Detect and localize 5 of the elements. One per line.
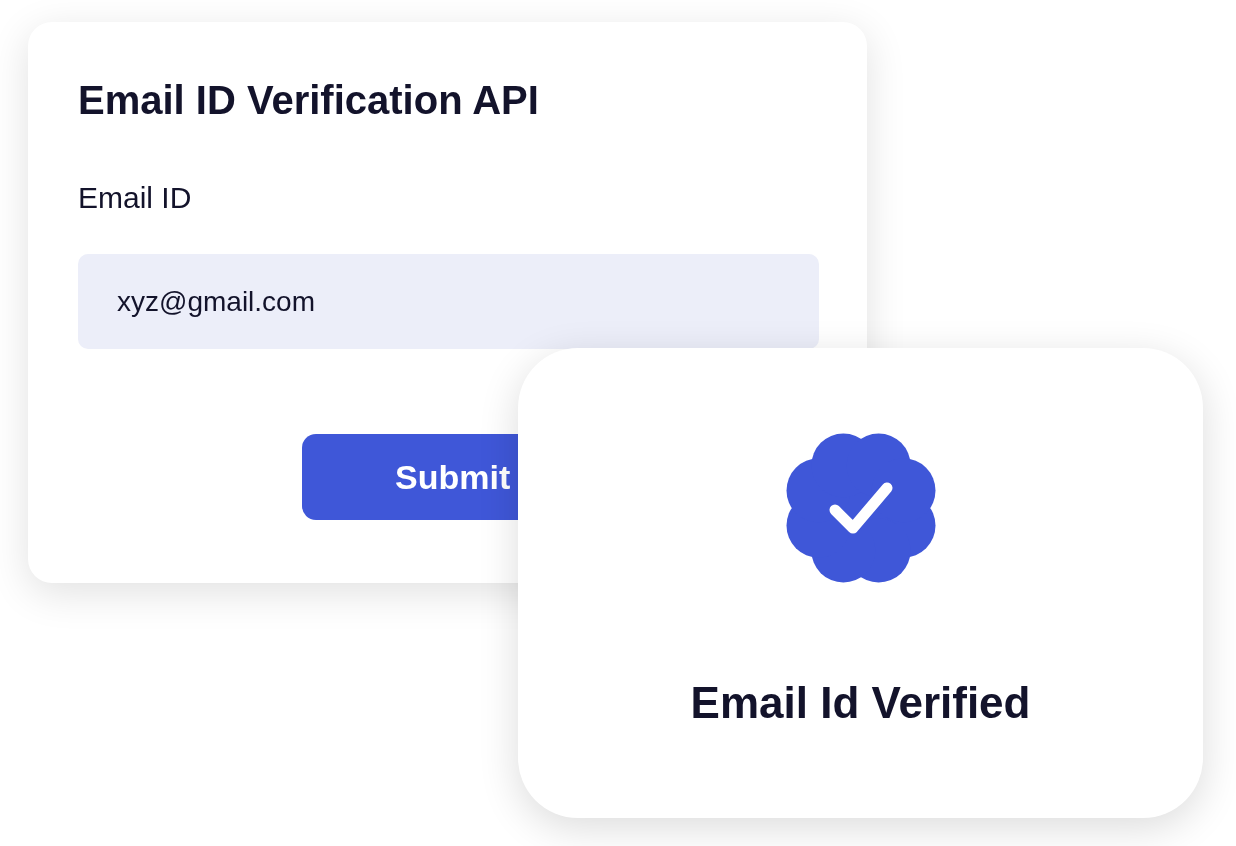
result-message: Email Id Verified bbox=[690, 678, 1031, 728]
card-title: Email ID Verification API bbox=[78, 77, 540, 124]
submit-button[interactable]: Submit bbox=[302, 434, 518, 520]
email-field[interactable]: xyz@gmail.com bbox=[78, 254, 819, 349]
field-label: Email ID bbox=[78, 180, 193, 216]
